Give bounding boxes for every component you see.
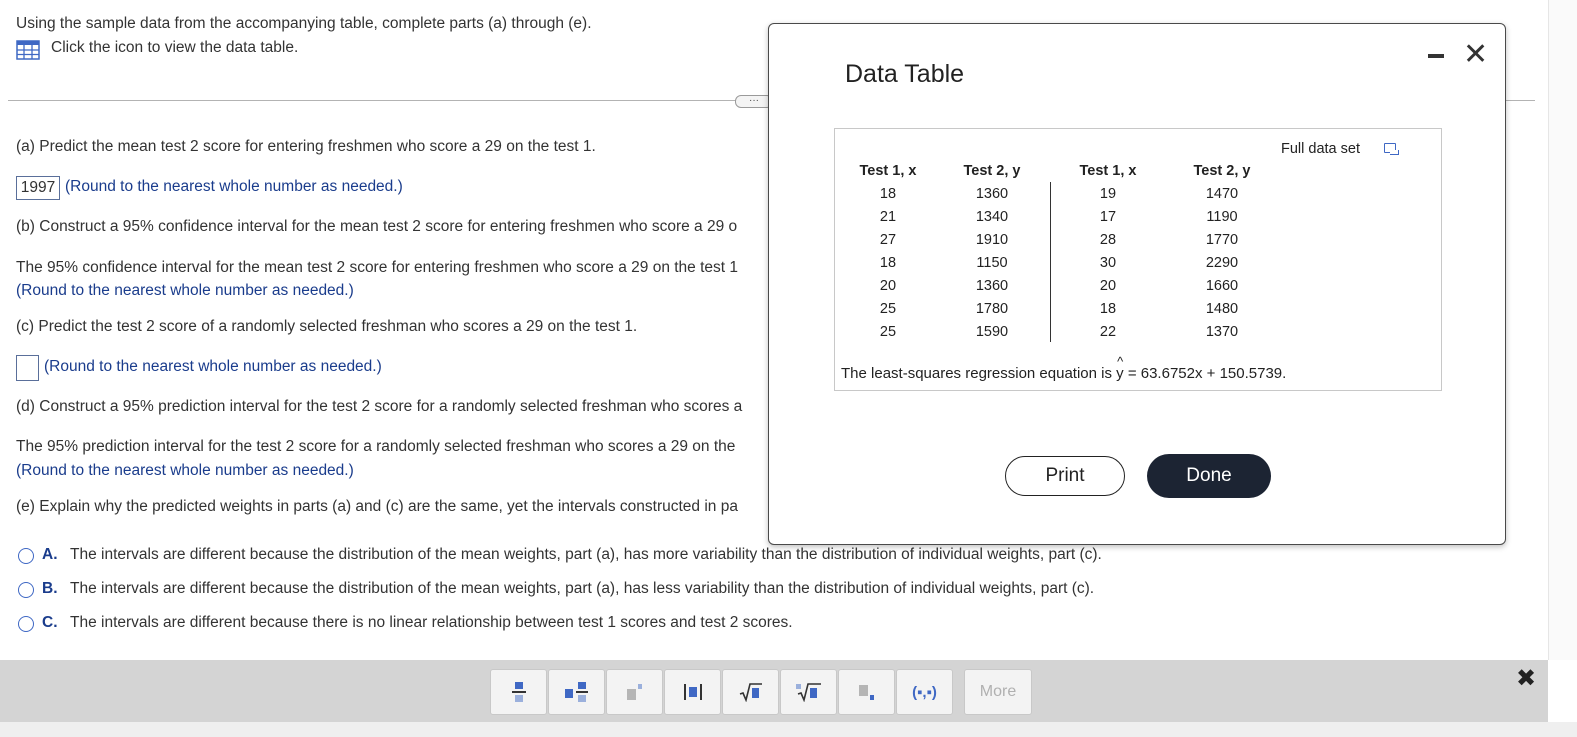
modal-title: Data Table <box>845 60 965 88</box>
column-header: Test 1, x <box>859 163 917 179</box>
part-b-hint: (Round to the nearest whole number as ne… <box>16 282 354 299</box>
exponent-icon <box>626 684 642 700</box>
part-a-hint: (Round to the nearest whole number as ne… <box>65 178 403 195</box>
table-cell: 18 <box>879 255 897 271</box>
nth-root-button[interactable] <box>780 669 837 715</box>
table-divider <box>1050 182 1051 342</box>
toolbar-close-icon[interactable]: ✖ <box>1516 664 1536 693</box>
option-c-letter: C. <box>42 614 58 631</box>
option-b-radio[interactable] <box>18 582 34 598</box>
exponent-button[interactable] <box>606 669 663 715</box>
ordered-pair-icon: (▪,▪) <box>912 683 937 701</box>
part-d-hint: (Round to the nearest whole number as ne… <box>16 462 354 479</box>
mixed-number-button[interactable] <box>548 669 605 715</box>
option-a-radio[interactable] <box>18 548 34 564</box>
table-cell: 21 <box>879 209 897 225</box>
table-cell: 18 <box>1099 301 1117 317</box>
ordered-pair-button[interactable]: (▪,▪) <box>896 669 953 715</box>
more-button[interactable]: More <box>964 669 1032 715</box>
table-cell: 25 <box>879 324 897 340</box>
table-cell: 20 <box>879 278 897 294</box>
table-cell: 2290 <box>1205 255 1239 271</box>
table-cell: 17 <box>1099 209 1117 225</box>
table-cell: 1190 <box>1206 209 1238 225</box>
option-c-text[interactable]: The intervals are different because ther… <box>70 614 793 632</box>
table-cell: 1480 <box>1205 301 1239 317</box>
table-cell: 28 <box>1099 232 1117 248</box>
table-cell: 22 <box>1099 324 1117 340</box>
close-icon[interactable]: ✕ <box>1463 40 1488 70</box>
regression-prefix: The least-squares regression equation is <box>841 365 1117 382</box>
table-cell: 30 <box>1099 255 1117 271</box>
absolute-value-button[interactable] <box>664 669 721 715</box>
table-cell: 1660 <box>1205 278 1239 294</box>
table-cell: 1910 <box>975 232 1009 248</box>
fraction-icon <box>511 682 526 702</box>
table-cell: 1590 <box>975 324 1009 340</box>
footer-strip <box>0 722 1577 737</box>
subscript-button[interactable] <box>838 669 895 715</box>
instructions-text: Using the sample data from the accompany… <box>16 15 592 32</box>
table-cell: 1150 <box>976 255 1008 271</box>
part-c-hint: (Round to the nearest whole number as ne… <box>44 358 382 375</box>
more-label: More <box>979 683 1017 700</box>
minimize-icon[interactable] <box>1428 54 1444 58</box>
y-hat: ^ y <box>1116 354 1124 382</box>
part-c-answer-field[interactable] <box>16 355 39 381</box>
table-cell: 18 <box>879 186 897 202</box>
part-d-statement: The 95% prediction interval for the test… <box>16 438 736 455</box>
popout-icon[interactable] <box>1384 143 1399 155</box>
table-cell: 1360 <box>975 186 1009 202</box>
table-cell: 1470 <box>1205 186 1239 202</box>
option-b-letter: B. <box>42 580 58 597</box>
part-a-question: (a) Predict the mean test 2 score for en… <box>16 138 596 155</box>
fraction-button[interactable] <box>490 669 547 715</box>
subscript-icon <box>858 685 874 700</box>
mixed-number-icon <box>564 682 588 702</box>
table-icon[interactable] <box>16 40 40 60</box>
absolute-value-icon <box>683 684 702 700</box>
scrollbar-track[interactable] <box>1548 0 1577 660</box>
data-table: Full data set Test 1, x Test 2, y Test 1… <box>834 128 1442 391</box>
table-cell: 1370 <box>1205 324 1239 340</box>
part-e-question: (e) Explain why the predicted weights in… <box>16 498 738 515</box>
full-data-set-link[interactable]: Full data set <box>1281 141 1360 157</box>
table-cell: 19 <box>1099 186 1117 202</box>
regression-equation: The least-squares regression equation is… <box>841 354 1287 382</box>
table-cell: 20 <box>1099 278 1117 294</box>
column-header: Test 1, x <box>1079 163 1137 179</box>
table-cell: 1770 <box>1205 232 1239 248</box>
regression-rhs: = 63.6752x + 150.5739. <box>1123 365 1287 382</box>
table-cell: 25 <box>879 301 897 317</box>
square-root-icon <box>739 683 762 702</box>
part-b-statement: The 95% confidence interval for the mean… <box>16 259 739 276</box>
part-c-question: (c) Predict the test 2 score of a random… <box>16 318 638 335</box>
option-a-text[interactable]: The intervals are different because the … <box>70 546 1102 564</box>
option-c-radio[interactable] <box>18 616 34 632</box>
square-root-button[interactable] <box>722 669 779 715</box>
data-table-modal: Data Table ✕ Full data set Test 1, x Tes… <box>768 23 1506 545</box>
column-header: Test 2, y <box>1193 163 1251 179</box>
column-header: Test 2, y <box>963 163 1021 179</box>
part-a-answer-field[interactable]: 1997 <box>16 176 60 200</box>
nth-root-icon <box>795 683 821 702</box>
print-button[interactable]: Print <box>1005 456 1125 496</box>
option-b-text[interactable]: The intervals are different because the … <box>70 580 1094 598</box>
view-table-label[interactable]: Click the icon to view the data table. <box>51 39 298 57</box>
option-a-letter: A. <box>42 546 58 563</box>
table-cell: 27 <box>879 232 897 248</box>
part-b-question: (b) Construct a 95% confidence interval … <box>16 218 738 235</box>
table-cell: 1780 <box>975 301 1009 317</box>
table-cell: 1340 <box>975 209 1009 225</box>
table-cell: 1360 <box>975 278 1009 294</box>
done-button[interactable]: Done <box>1147 454 1271 498</box>
part-d-question: (d) Construct a 95% prediction interval … <box>16 398 743 415</box>
